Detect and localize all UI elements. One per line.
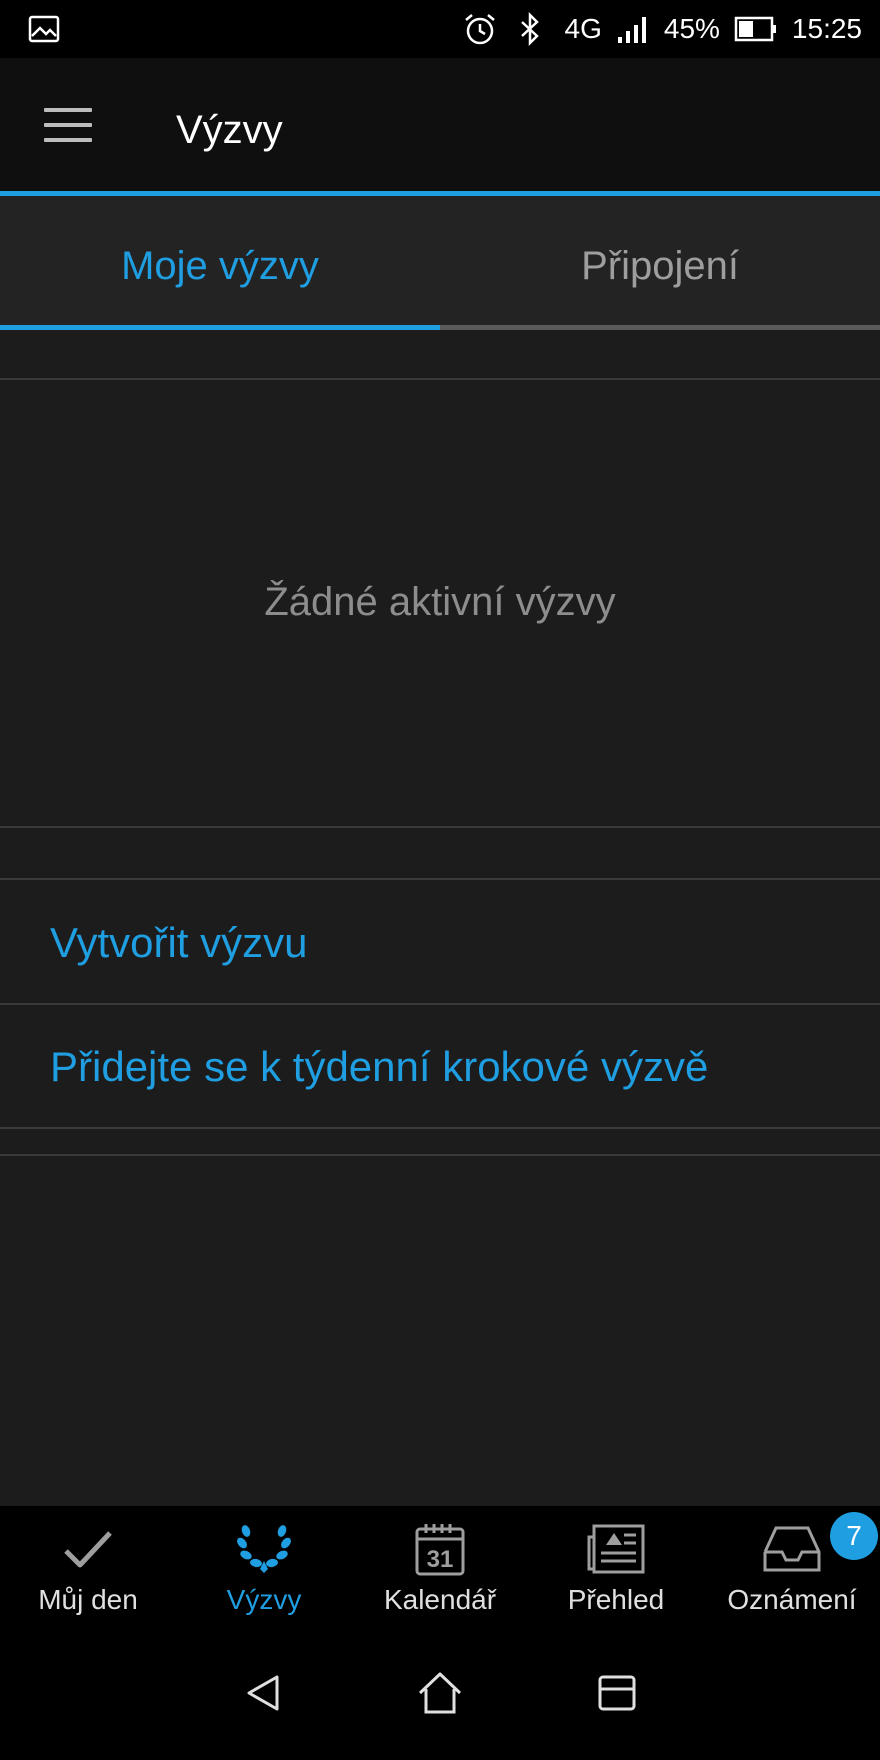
divider: [0, 826, 880, 828]
checkmark-icon: [60, 1520, 116, 1578]
alarm-icon: [463, 12, 497, 46]
link-label: Přidejte se k týdenní krokové výzvě: [50, 1043, 709, 1090]
battery-percent: 45%: [663, 13, 720, 44]
nav-calendar[interactable]: 31 Kalendář: [352, 1506, 528, 1626]
signal-icon: [616, 15, 650, 43]
nav-challenges[interactable]: Výzvy: [176, 1506, 352, 1626]
app-bar: Výzvy: [0, 58, 880, 196]
screen: 4G 45% 15:25 Výzvy Moje výzvy Připojení …: [0, 0, 880, 1760]
status-bar: 4G 45% 15:25: [0, 0, 880, 58]
tab-my-challenges[interactable]: Moje výzvy: [0, 196, 440, 330]
tab-bar: Moje výzvy Připojení: [0, 196, 880, 330]
image-icon: [28, 15, 60, 48]
divider: [0, 1154, 880, 1156]
status-icons: 4G 45% 15:25: [463, 0, 862, 58]
tab-indicator: [440, 325, 880, 330]
tab-connections[interactable]: Připojení: [440, 196, 880, 330]
nav-label: Výzvy: [226, 1584, 302, 1615]
divider: [0, 378, 880, 380]
nav-label: Můj den: [38, 1584, 138, 1615]
nav-notifications[interactable]: Oznámení 7: [704, 1506, 880, 1626]
home-icon[interactable]: [417, 1671, 463, 1715]
clock: 15:25: [791, 13, 862, 44]
empty-state-message: Žádné aktivní výzvy: [264, 580, 616, 624]
network-type: 4G: [564, 13, 602, 44]
page-title: Výzvy: [176, 108, 283, 152]
create-challenge-link[interactable]: Vytvořit výzvu: [0, 882, 880, 1004]
bottom-nav: Můj den Výzvy 31 Kalendář Přehled Oznáme…: [0, 1506, 880, 1626]
nav-label: Kalendář: [383, 1584, 497, 1615]
divider: [0, 878, 880, 880]
back-icon[interactable]: [243, 1673, 283, 1713]
bluetooth-icon: [519, 12, 541, 46]
inbox-icon: [762, 1520, 822, 1578]
tab-label: Připojení: [581, 244, 739, 288]
link-label: Vytvořit výzvu: [50, 919, 308, 966]
nav-label: Oznámení: [727, 1584, 857, 1615]
calendar-day: 31: [427, 1546, 454, 1573]
system-nav: [0, 1626, 880, 1760]
divider: [0, 1127, 880, 1129]
hamburger-menu-icon[interactable]: [44, 108, 92, 144]
nav-overview[interactable]: Přehled: [528, 1506, 704, 1626]
laurel-icon: [234, 1520, 294, 1578]
join-weekly-step-challenge-link[interactable]: Přidejte se k týdenní krokové výzvě: [0, 1006, 880, 1128]
nav-label: Přehled: [567, 1584, 665, 1615]
tab-indicator: [0, 325, 440, 330]
calendar-icon: 31: [414, 1520, 466, 1578]
divider: [0, 1003, 880, 1005]
recents-icon[interactable]: [597, 1673, 637, 1713]
tab-label: Moje výzvy: [121, 244, 319, 288]
newsfeed-icon: [586, 1520, 646, 1578]
battery-icon: [734, 15, 778, 43]
nav-my-day[interactable]: Můj den: [0, 1506, 176, 1626]
notification-count-badge: 7: [830, 1512, 878, 1560]
